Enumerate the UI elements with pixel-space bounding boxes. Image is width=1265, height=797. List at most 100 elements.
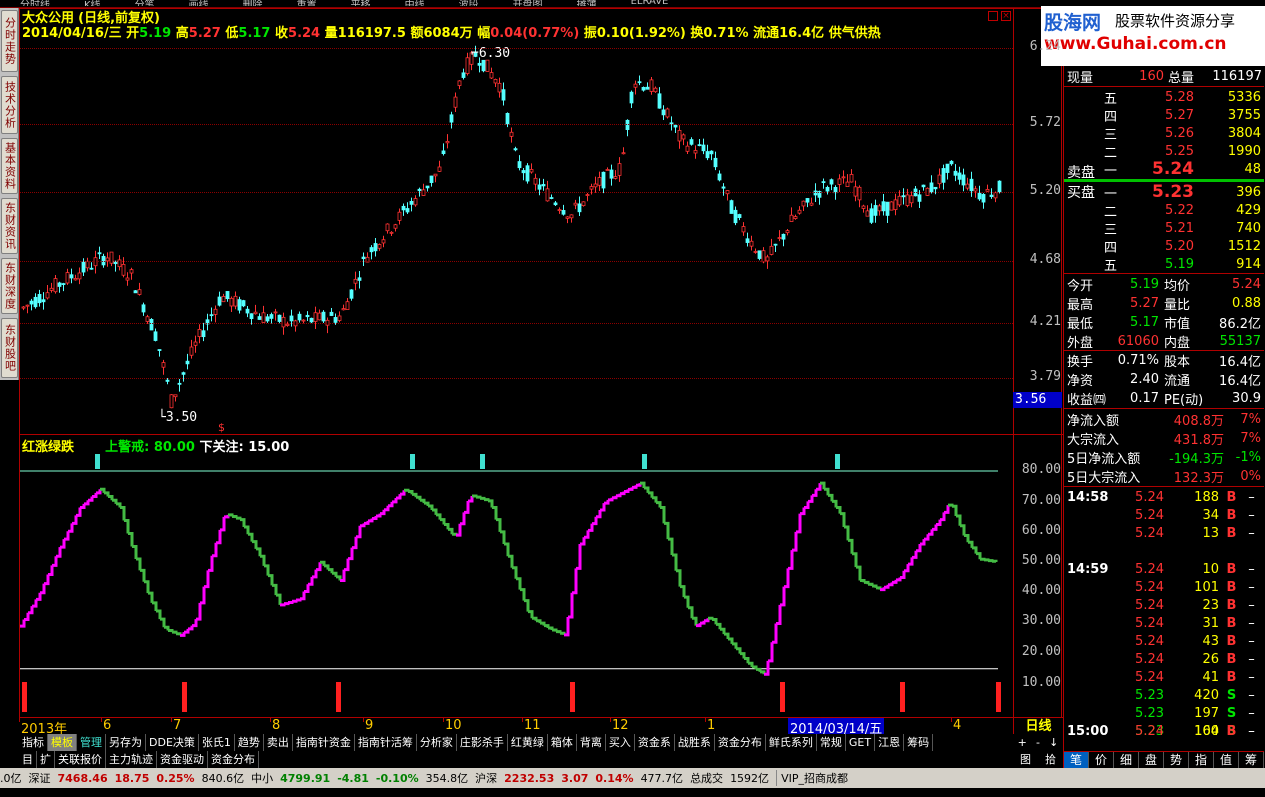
indicator-tab[interactable]: 红黄绿 [508, 734, 548, 751]
left-tab-4[interactable]: 东财深度 [1, 258, 18, 314]
oscillator-step [188, 625, 194, 631]
tick-volume: 34 [1202, 507, 1219, 523]
oscillator-step [560, 631, 566, 635]
mini-control-button[interactable]: ↓ [1049, 734, 1058, 751]
oscillator-step [200, 586, 206, 605]
date-axis-label: 9 [365, 718, 374, 733]
tick-volume: 43 [1202, 633, 1219, 649]
top-menu-item[interactable]: 平移 [351, 0, 371, 6]
kline-chart[interactable] [20, 9, 1012, 434]
right-tab[interactable]: 笔 [1064, 752, 1089, 768]
date-tick [171, 718, 172, 722]
left-tab-3[interactable]: 东财资讯 [1, 198, 18, 254]
mini-control-button[interactable]: 图 [1020, 751, 1031, 768]
oscillator-step [912, 550, 918, 559]
function-tab[interactable]: 主力轨迹 [106, 751, 157, 768]
top-menu-item[interactable]: 画线 [189, 0, 209, 6]
indicator-tab[interactable]: 资金分布 [715, 734, 766, 751]
indicator-tab[interactable]: 鲜氏系列 [766, 734, 817, 751]
candle [849, 169, 854, 183]
indicator-tab[interactable]: GET [846, 734, 876, 751]
function-tab[interactable]: 资金分布 [208, 751, 259, 768]
candle [857, 185, 862, 208]
oscillator-step [404, 488, 410, 492]
indicator-tab[interactable]: 指标 [19, 734, 48, 751]
left-tab-1[interactable]: 技术分析 [1, 76, 18, 134]
sh-pct: 0.14% [595, 771, 634, 785]
top-menu-item[interactable]: 开盘图 [513, 0, 543, 6]
top-menu-item[interactable]: 波段 [459, 0, 479, 6]
tick-volume: 26 [1202, 651, 1219, 667]
oscillator-step [196, 602, 202, 621]
mini-control-button[interactable]: 拾 [1045, 751, 1056, 768]
tick-row: 5.23 420 S – [1064, 686, 1264, 704]
indicator-tab[interactable]: 张氏1 [199, 734, 235, 751]
oscillator-step [464, 501, 470, 514]
indicator-tab[interactable]: 指南针活筹 [355, 734, 417, 751]
indicator-tab[interactable]: 买入 [606, 734, 635, 751]
indicator-tab[interactable]: 常规 [817, 734, 846, 751]
sh-label: 沪深 [475, 772, 498, 785]
oscillator-step [920, 539, 926, 546]
function-tab[interactable]: 目 [19, 751, 37, 768]
indicator-tab[interactable]: 箱体 [548, 734, 577, 751]
indicator-tab[interactable]: 背离 [577, 734, 606, 751]
oscillator-step [276, 593, 282, 605]
oscillator-step [388, 501, 394, 508]
right-tab[interactable]: 指 [1189, 752, 1214, 768]
oscillator-step [992, 559, 998, 563]
function-tab[interactable]: 扩 [37, 751, 55, 768]
sz-pct: 0.25% [156, 771, 195, 785]
indicator-tab[interactable]: 指南针资金 [293, 734, 355, 751]
top-menu-item[interactable]: K线 [84, 0, 101, 6]
right-tab[interactable]: 值 [1214, 752, 1239, 768]
top-menu-item[interactable]: 重置 [297, 0, 317, 6]
top-menu-item[interactable]: 摊薄 [577, 0, 597, 6]
right-tab[interactable]: 筹 [1239, 752, 1264, 768]
indicator-tab[interactable]: 卖出 [264, 734, 293, 751]
function-tab[interactable]: 关联报价 [55, 751, 106, 768]
indicator-tab[interactable]: DDE决策 [146, 734, 199, 751]
top-menu-item[interactable]: ELRAVE [631, 0, 669, 6]
top-menu-item[interactable]: 删除 [243, 0, 263, 6]
right-tab[interactable]: 细 [1114, 752, 1139, 768]
bid-volume: 396 [1236, 184, 1261, 200]
indicator-tab[interactable]: 庄影杀手 [457, 734, 508, 751]
vip-label[interactable]: VIP_招商成都 [776, 770, 848, 786]
indicator-tab[interactable]: 模板 [48, 734, 77, 751]
function-tab[interactable]: 资金驱动 [157, 751, 208, 768]
candle [509, 127, 514, 143]
left-tab-5[interactable]: 东财股吧 [1, 318, 18, 378]
left-tab-0[interactable]: 分时走势 [1, 10, 18, 72]
top-menu-item[interactable]: 分笔 [135, 0, 155, 6]
top-menu-item[interactable]: 分时线 [20, 0, 50, 6]
indicator-tab[interactable]: 江恩 [875, 734, 905, 751]
candle [341, 304, 346, 311]
oscillator-chart[interactable] [20, 450, 1012, 716]
indicator-tab[interactable]: 筹码 [904, 734, 934, 751]
indicator-tab[interactable]: 另存为 [106, 734, 146, 751]
candle [853, 180, 858, 202]
right-tab[interactable]: 势 [1164, 752, 1189, 768]
indicator-tab[interactable]: 管理 [77, 734, 106, 751]
indicator-tab[interactable]: 资金系 [635, 734, 675, 751]
period-selector[interactable]: 日线 [1013, 717, 1063, 734]
candle [425, 185, 430, 192]
candle [605, 167, 610, 171]
candle [173, 394, 178, 402]
left-tab-2[interactable]: 基本资料 [1, 138, 18, 194]
candle [753, 248, 758, 254]
right-tab[interactable]: 盘 [1139, 752, 1164, 768]
mini-control-button[interactable]: + [1018, 734, 1027, 751]
right-tab[interactable]: 价 [1089, 752, 1114, 768]
candle [129, 267, 134, 280]
flow-pct: 7% [1240, 412, 1261, 427]
top-menu-item[interactable]: 中线 [405, 0, 425, 6]
indicator-tab[interactable]: 战胜系 [675, 734, 715, 751]
dividend-marker-icon[interactable]: $ [218, 421, 225, 434]
mini-control-button[interactable]: - [1036, 734, 1040, 751]
indicator-tab[interactable]: 分析家 [417, 734, 457, 751]
date-tick [705, 718, 706, 722]
oscillator-step [468, 495, 474, 503]
indicator-tab[interactable]: 趋势 [235, 734, 264, 751]
